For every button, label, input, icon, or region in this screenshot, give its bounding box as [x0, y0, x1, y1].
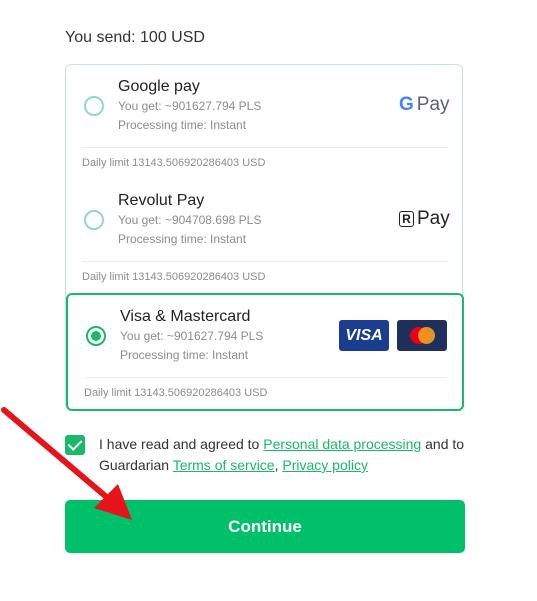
- payment-methods-list: Google pay You get: ~901627.794 PLS Proc…: [65, 64, 464, 411]
- terms-of-service-link[interactable]: Terms of service: [173, 457, 275, 473]
- payment-method-visa-mastercard[interactable]: Visa & Mastercard You get: ~901627.794 P…: [66, 293, 464, 411]
- method-name: Visa & Mastercard: [120, 308, 251, 325]
- privacy-policy-link[interactable]: Privacy policy: [282, 457, 368, 473]
- radio-revolut-pay[interactable]: [84, 210, 104, 230]
- divider: [82, 147, 448, 148]
- google-pay-icon: G Pay: [399, 94, 450, 115]
- divider: [82, 261, 448, 262]
- mastercard-icon: [397, 320, 447, 351]
- revolut-pay-icon: R Pay: [399, 208, 450, 230]
- you-send-amount: You send: 100 USD: [65, 29, 205, 46]
- method-daily-limit: Daily limit 13143.506920286403 USD: [82, 157, 266, 169]
- method-name: Google pay: [118, 78, 200, 95]
- payment-method-revolut-pay[interactable]: Revolut Pay You get: ~904708.698 PLS Pro…: [66, 179, 464, 293]
- radio-visa-mastercard[interactable]: [86, 326, 106, 346]
- method-daily-limit: Daily limit 13143.506920286403 USD: [84, 387, 268, 399]
- method-processing-time: Processing time: Instant: [120, 348, 249, 362]
- method-processing-time: Processing time: Instant: [118, 232, 247, 246]
- method-you-get: You get: ~904708.698 PLS: [118, 213, 262, 227]
- red-arrow-annotation: [1, 407, 132, 520]
- method-processing-time: Processing time: Instant: [118, 118, 247, 132]
- radio-google-pay[interactable]: [84, 96, 104, 116]
- personal-data-processing-link[interactable]: Personal data processing: [263, 436, 421, 452]
- agreement-text: I have read and agreed to Personal data …: [99, 436, 465, 473]
- method-you-get: You get: ~901627.794 PLS: [118, 99, 262, 113]
- payment-method-google-pay[interactable]: Google pay You get: ~901627.794 PLS Proc…: [66, 65, 464, 179]
- visa-card-icon: VISA: [339, 320, 389, 351]
- method-name: Revolut Pay: [118, 192, 205, 209]
- method-you-get: You get: ~901627.794 PLS: [120, 329, 264, 343]
- method-daily-limit: Daily limit 13143.506920286403 USD: [82, 271, 266, 283]
- divider: [84, 377, 446, 378]
